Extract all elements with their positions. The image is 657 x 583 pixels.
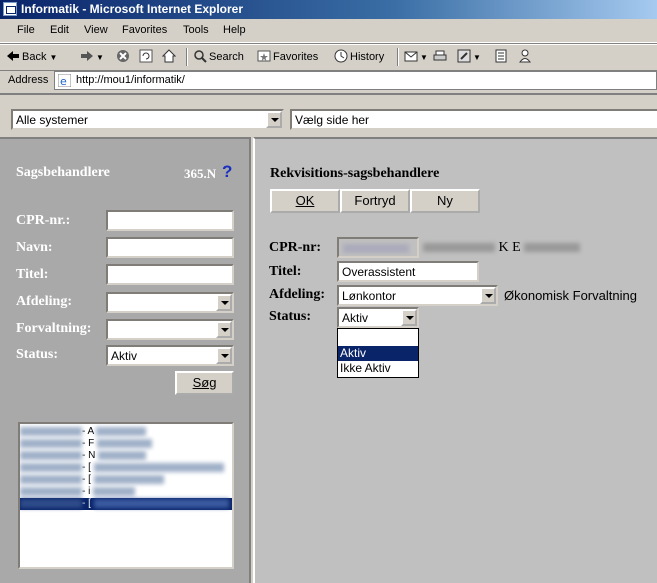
ok-button[interactable]: OK [270,189,340,213]
address-input[interactable]: e http://mou1/informatik/ [54,71,657,90]
list-item[interactable]: - [ [20,462,232,474]
chevron-down-icon[interactable] [266,111,282,128]
name-input[interactable] [106,237,234,258]
new-button[interactable]: Ny [410,189,480,213]
status-dropdown-list[interactable]: Aktiv Ikke Aktiv [337,328,419,378]
list-item[interactable]: - N [20,450,232,462]
menu-view[interactable]: View [84,24,108,36]
department-label: Afdeling: [16,294,72,309]
detail-cpr-label: CPR-nr: [269,240,322,255]
list-item[interactable]: - F [20,438,232,450]
detail-person-name: K E [423,240,581,256]
detail-title: Rekvisitions-sagsbehandlere [270,166,440,181]
list-item[interactable]: - [ [20,474,232,486]
menu-edit[interactable]: Edit [50,24,69,36]
status-label: Status: [16,347,59,362]
caseworker-list[interactable]: - A - F - N - [ - [ - i - [ [18,422,234,569]
address-label: Address [8,74,49,86]
menu-help[interactable]: Help [223,24,246,36]
messenger-button[interactable] [518,49,534,63]
forward-button[interactable]: ▼ [80,49,104,63]
menu-bar: File Edit View Favorites Tools Help [0,20,657,43]
stop-button[interactable] [116,49,132,63]
ie-window-icon [3,2,17,16]
detail-status-select[interactable]: Aktiv [337,307,419,328]
chevron-down-icon[interactable] [216,321,232,338]
chevron-down-icon[interactable] [216,294,232,311]
page-select[interactable]: Vælg side her [290,109,657,130]
title-label: Titel: [16,267,49,282]
status-option-ikke-aktiv[interactable]: Ikke Aktiv [338,361,418,376]
chevron-down-icon[interactable] [216,347,232,364]
status-option-empty[interactable] [338,330,418,345]
detail-department-label: Afdeling: [269,287,325,302]
messenger-icon [519,49,531,63]
toolbar-separator [186,48,188,66]
department-select[interactable] [106,292,234,313]
list-item[interactable]: - i [20,486,232,498]
name-label: Navn: [16,240,53,255]
menu-favorites[interactable]: Favorites [122,24,167,36]
search-button[interactable]: Search [193,49,244,63]
back-arrow-icon [7,51,19,61]
cpr-label: CPR-nr.: [16,213,71,228]
detail-title-input[interactable]: Overassistent [337,261,479,282]
search-icon [194,50,207,63]
history-icon [334,49,348,63]
chevron-down-icon[interactable] [401,309,417,326]
status-option-aktiv[interactable]: Aktiv [338,346,418,361]
top-navigation-frame: Alle systemer Vælg side her [0,93,657,137]
mail-icon [404,51,418,62]
detail-status-label: Status: [269,309,312,324]
system-select[interactable]: Alle systemer [11,109,284,130]
window-title: Informatik - Microsoft Internet Explorer [21,2,244,16]
menu-tools[interactable]: Tools [183,24,209,36]
page-code: 365.N [184,166,217,181]
right-detail-frame: Rekvisitions-sagsbehandlere OK Fortryd N… [253,137,657,583]
search-submit-button[interactable]: Søg [175,371,234,395]
cpr-input[interactable] [106,210,234,231]
menu-file[interactable]: File [17,24,35,36]
toolbar-separator [397,48,399,66]
detail-title-label: Titel: [269,264,302,279]
chevron-down-icon[interactable] [480,287,496,304]
list-item-selected[interactable]: - [ [20,498,232,510]
window-title-bar: Informatik - Microsoft Internet Explorer [0,0,657,19]
title-input[interactable] [106,264,234,285]
cancel-button[interactable]: Fortryd [340,189,410,213]
administration-label: Forvaltning: [16,321,92,336]
list-item[interactable]: - A [20,426,232,438]
address-url: http://mou1/informatik/ [76,74,185,86]
status-select[interactable]: Aktiv [106,345,234,366]
left-frame-title: Sagsbehandlere [16,165,110,180]
help-icon[interactable]: ? [222,162,232,182]
svg-text:e: e [60,75,67,87]
forward-arrow-icon [81,51,93,61]
detail-department-select[interactable]: Lønkontor [337,285,498,306]
home-button[interactable] [162,49,178,63]
mail-button[interactable]: ▼ [404,49,428,63]
favorites-button[interactable]: Favorites [257,49,318,63]
ie-page-icon: e [58,74,71,87]
print-button[interactable] [433,49,449,63]
back-button[interactable]: Back ▼ [6,49,57,63]
stop-icon [117,50,129,62]
toolbar: Back ▼ ▼ Search Favorites History ▼ ▼ [0,43,657,71]
home-icon [162,49,176,63]
discuss-button[interactable] [494,49,510,63]
history-button[interactable]: History [334,49,384,63]
administration-text: Økonomisk Forvaltning [504,288,637,303]
favorites-icon [257,50,271,62]
edit-button[interactable]: ▼ [457,49,481,63]
address-bar: Address e http://mou1/informatik/ [0,70,657,92]
left-search-frame: Sagsbehandlere 365.N ? CPR-nr.: Navn: Ti… [0,137,251,583]
administration-select[interactable] [106,319,234,340]
refresh-button[interactable] [139,49,155,63]
discuss-icon [495,49,507,63]
edit-icon [457,49,471,63]
refresh-icon [139,49,153,63]
print-icon [433,50,447,61]
detail-cpr-field [337,237,419,258]
